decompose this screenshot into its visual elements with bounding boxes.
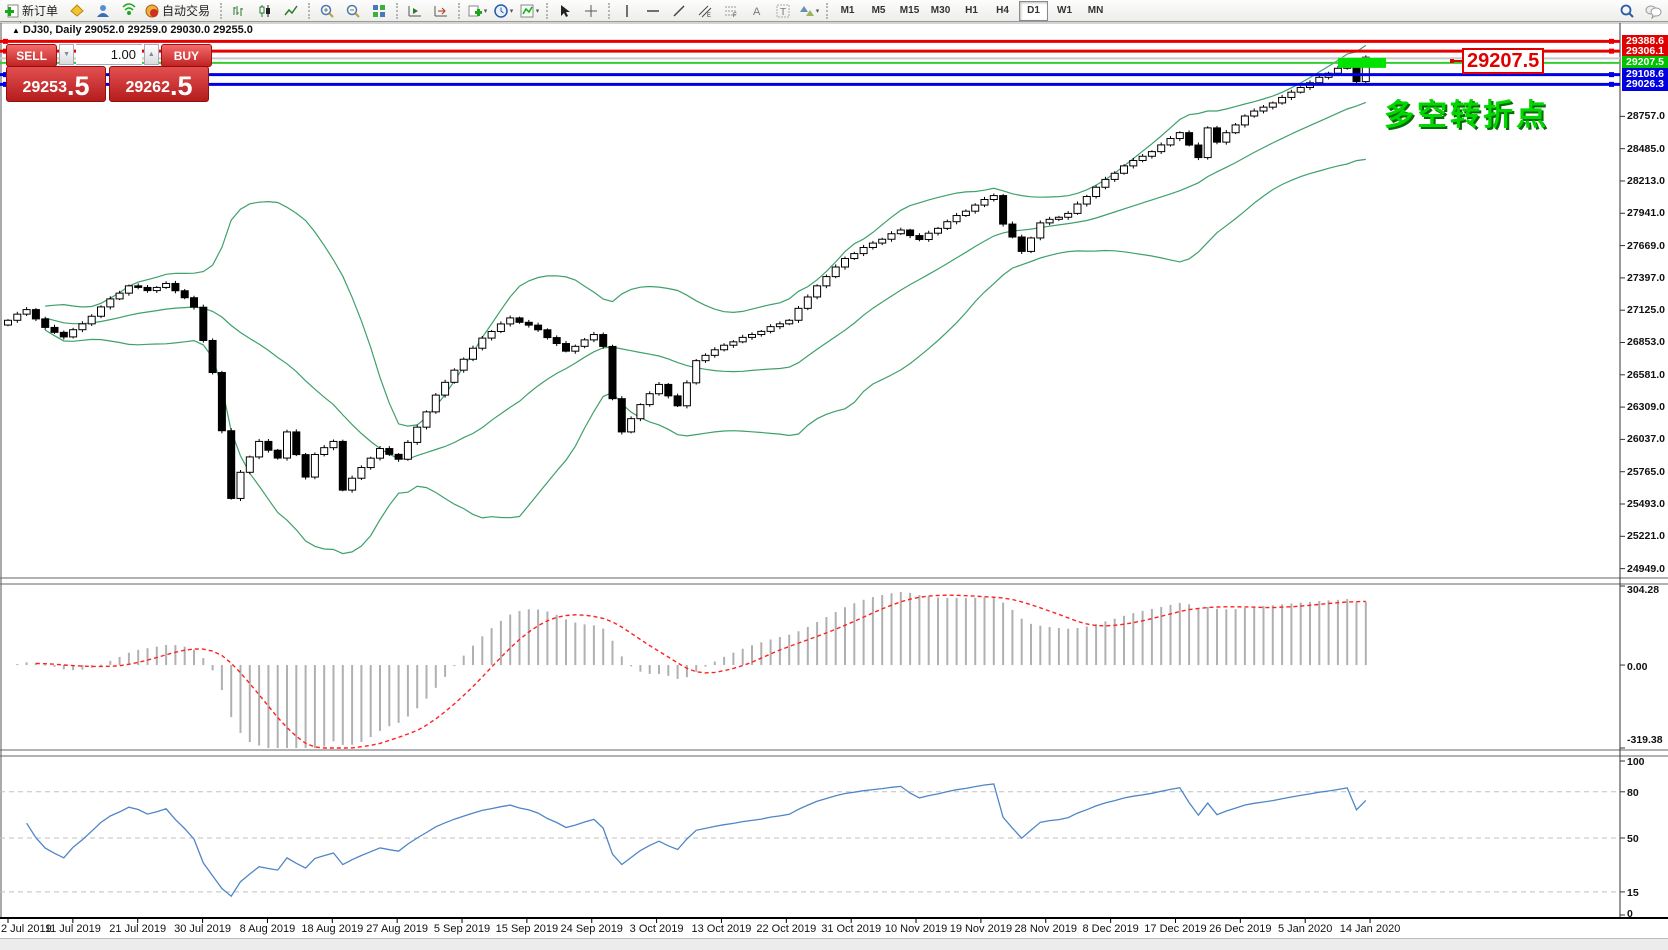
rsi-scale-label: 50 — [1627, 833, 1639, 845]
y-axis-label: 25765.0 — [1627, 466, 1665, 478]
turning-point-annotation: 多空转折点 — [1384, 90, 1549, 134]
x-axis-date-label: 17 Dec 2019 — [1144, 923, 1206, 935]
y-axis-label: 26581.0 — [1627, 369, 1665, 381]
x-axis-date-label: 31 Oct 2019 — [821, 923, 881, 935]
x-axis-date-label: 5 Jan 2020 — [1278, 923, 1332, 935]
price-callout: 29207.5 — [1450, 48, 1544, 74]
sell-price-dec: .5 — [67, 74, 90, 98]
volume-increase-button[interactable]: ▲ — [144, 44, 159, 65]
buy-price-int: 29262 — [125, 80, 170, 96]
macd-scale-label: 0.00 — [1627, 661, 1647, 673]
chart-title: ▲DJ30, Daily 29052.0 29259.0 29030.0 292… — [12, 24, 253, 36]
y-axis-label: 25221.0 — [1627, 530, 1665, 542]
x-axis-date-label: 8 Dec 2019 — [1082, 923, 1138, 935]
caret-down-icon: ▼ — [63, 51, 70, 58]
x-axis-date-label: 13 Oct 2019 — [691, 923, 751, 935]
x-axis-date-label: 14 Jan 2020 — [1340, 923, 1401, 935]
sell-price-display[interactable]: 29253.5 — [6, 66, 106, 102]
x-axis-date-label: 26 Dec 2019 — [1209, 923, 1271, 935]
buy-button[interactable]: BUY — [161, 44, 212, 67]
symbol-marker-icon: ▲ — [12, 26, 20, 35]
x-axis-date-label: 18 Aug 2019 — [301, 923, 363, 935]
status-strip — [0, 938, 1668, 950]
x-axis-date-label: 28 Nov 2019 — [1015, 923, 1077, 935]
volume-input[interactable] — [76, 44, 142, 65]
macd-scale-label: 304.28 — [1627, 584, 1659, 596]
rsi-scale-label: 100 — [1627, 756, 1645, 768]
x-axis-date-label: 27 Aug 2019 — [366, 923, 428, 935]
one-click-trading-panel: SELL ▼ ▲ BUY 29253.5 29262.5 — [6, 44, 212, 102]
y-axis-label: 27669.0 — [1627, 240, 1665, 252]
rsi-scale-label: 80 — [1627, 787, 1639, 799]
x-axis-date-label: 30 Jul 2019 — [174, 923, 231, 935]
y-axis-label: 27397.0 — [1627, 272, 1665, 284]
price-line-label: 29026.3 — [1622, 78, 1668, 91]
volume-decrease-button[interactable]: ▼ — [59, 44, 74, 65]
y-axis-label: 26853.0 — [1627, 336, 1665, 348]
buy-price-dec: .5 — [170, 74, 193, 98]
caret-up-icon: ▲ — [148, 51, 155, 58]
x-axis-date-label: 24 Sep 2019 — [561, 923, 623, 935]
x-axis-date-label: 5 Sep 2019 — [434, 923, 490, 935]
x-axis-date-label: 10 Nov 2019 — [885, 923, 947, 935]
y-axis-label: 26037.0 — [1627, 433, 1665, 445]
y-axis-label: 28213.0 — [1627, 175, 1665, 187]
y-axis-label: 28485.0 — [1627, 143, 1665, 155]
x-axis-date-label: 3 Oct 2019 — [630, 923, 684, 935]
macd-scale-label: -319.38 — [1627, 734, 1663, 746]
y-axis-label: 27941.0 — [1627, 207, 1665, 219]
rsi-scale-label: 0 — [1627, 908, 1633, 920]
sell-price-int: 29253 — [22, 80, 67, 96]
x-axis-date-label: 15 Sep 2019 — [496, 923, 558, 935]
x-axis-date-label: 21 Jul 2019 — [109, 923, 166, 935]
y-axis-label: 28757.0 — [1627, 110, 1665, 122]
y-axis-label: 24949.0 — [1627, 563, 1665, 575]
x-axis-date-label: 11 Jul 2019 — [45, 923, 101, 935]
x-axis-date-label: 22 Oct 2019 — [756, 923, 816, 935]
x-axis-date-label: 19 Nov 2019 — [950, 923, 1012, 935]
y-axis-label: 26309.0 — [1627, 401, 1665, 413]
x-axis-date-label: 8 Aug 2019 — [240, 923, 296, 935]
rsi-scale-label: 15 — [1627, 887, 1639, 899]
chart-title-text: DJ30, Daily 29052.0 29259.0 29030.0 2925… — [23, 24, 253, 36]
sell-button[interactable]: SELL — [6, 44, 57, 67]
price-callout-label: 29207.5 — [1462, 48, 1544, 74]
y-axis-label: 27125.0 — [1627, 304, 1665, 316]
y-axis-label: 25493.0 — [1627, 498, 1665, 510]
price-chart-canvas[interactable] — [0, 0, 1668, 950]
buy-price-display[interactable]: 29262.5 — [109, 66, 209, 102]
callout-arm-icon — [1454, 60, 1462, 62]
